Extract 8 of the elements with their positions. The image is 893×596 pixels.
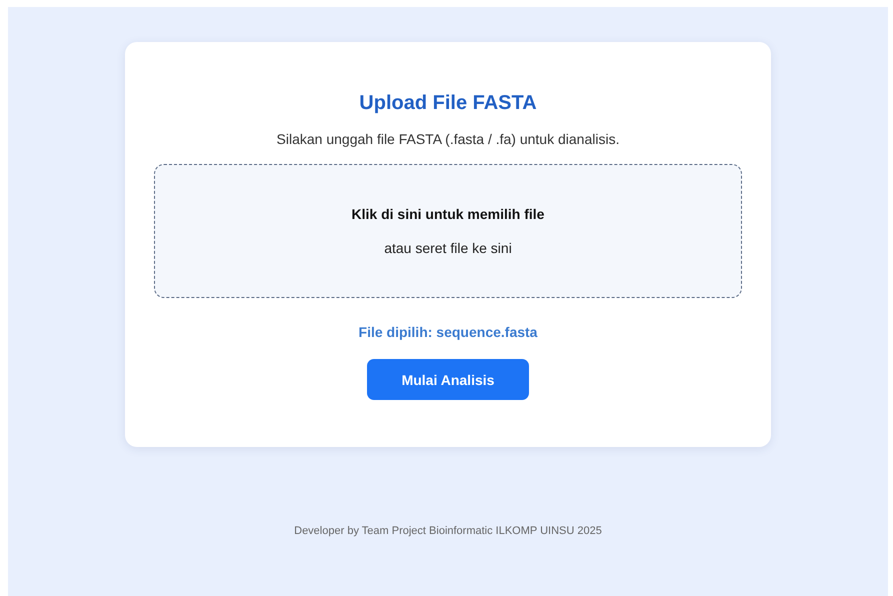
selected-file-label: File dipilih: sequence.fasta [358,323,538,341]
upload-title: Upload File FASTA [359,91,537,116]
dropzone-hint: atau seret file ke sini [384,240,512,256]
dropzone-prompt: Klik di sini untuk memilih file [352,206,544,222]
upload-instructions: Silakan unggah file FASTA (.fasta / .fa) untuk dianalisis. [276,130,620,148]
file-dropzone[interactable]: Klik di sini untuk memilih file atau seret file ke sini [154,164,742,298]
footer-credit: Developer by Team Project Bioinformatic ILKOMP UINSU 2025 [294,525,602,537]
start-analysis-button[interactable]: Mulai Analisis [367,359,529,400]
